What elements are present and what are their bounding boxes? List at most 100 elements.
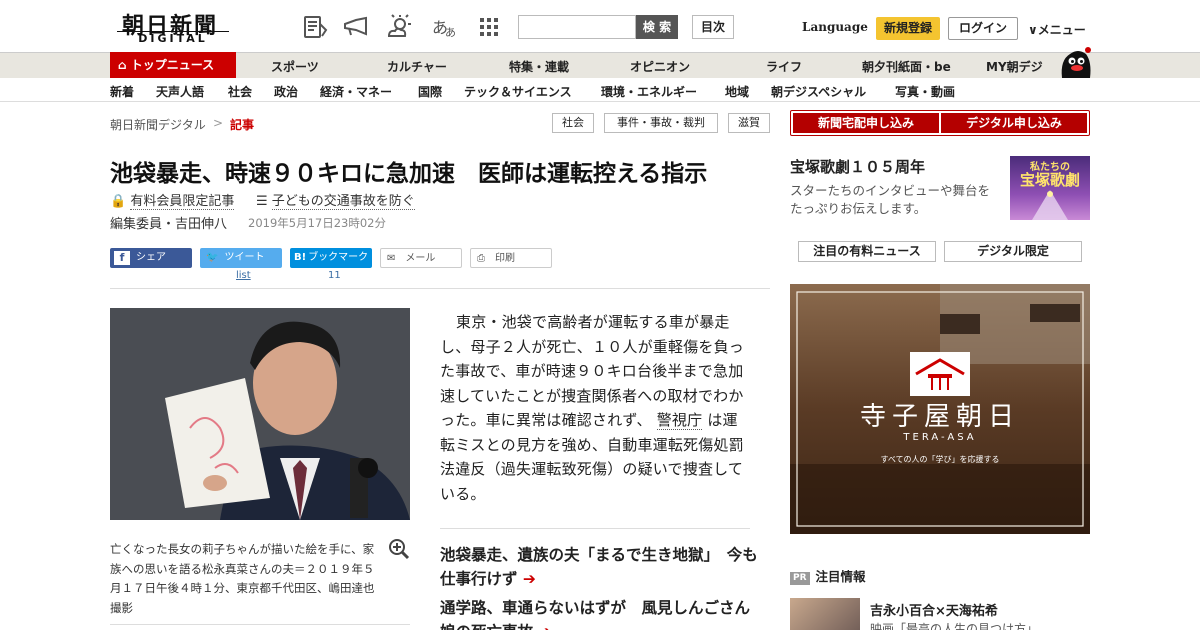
series-link[interactable]: ☰ 子どもの交通事故を防ぐ [256,190,415,210]
pr-title[interactable]: 吉永小百合×天海祐希 [870,600,998,619]
print-button[interactable]: ⎙ 印刷 [470,248,552,268]
breadcrumb-separator: > [213,116,224,130]
arrow-right-icon: ➔ [517,570,536,588]
nav-item-features[interactable]: 特集・連載 [509,58,569,75]
pr-subtitle: 映画「最高の人生の見つけ方」 [870,622,1039,630]
members-only-badge[interactable]: 🔒 有料会員限定記事 [110,190,235,210]
subnav-new[interactable]: 新着 [110,83,134,100]
article-date: 2019年5月17日23時02分 [248,216,386,230]
print-icon: ⎙ [477,253,485,264]
tag-society[interactable]: 社会 [552,113,594,133]
zoom-icon[interactable] [388,538,410,560]
digital-signup-button[interactable]: デジタル申し込み [941,113,1087,133]
tag-shiga[interactable]: 滋賀 [728,113,770,133]
nav-item-my[interactable]: MY朝デジ [986,58,1043,75]
search-input[interactable] [518,15,636,39]
pr-label: 注目情報 [815,569,866,584]
advertisement-terakoya[interactable]: 寺子屋朝日 TERA-ASA すべての人の「学び」を応援する [790,284,1090,534]
keyword-link-police[interactable]: 警視庁 [656,411,703,430]
takarazuka-image[interactable]: 私たちの 宝塚歌劇 [1010,156,1090,220]
pr-badge: PR [790,572,810,585]
photo-caption: 亡くなった長女の莉子ちゃんが描いた絵を手に、家族への思いを語る松永真菜さんの夫＝… [110,542,375,615]
facebook-icon: f [114,251,130,265]
article-headline: 池袋暴走、時速９０キロに急加速 医師は運転控える指示 [110,161,708,187]
language-link[interactable]: Language [802,20,868,34]
lock-icon: 🔒 [110,194,127,209]
menu-label: メニュー [1037,23,1086,37]
logo-subtitle[interactable]: DIGITAL [117,31,229,46]
divider [440,528,750,529]
page: 朝日新聞 DIGITAL あ あ 検 索 目次 Language 新規登録 ログ… [0,0,1200,630]
weather-icon[interactable] [386,14,412,40]
mail-icon: ✉ [387,253,396,264]
divider [110,288,770,289]
font-small-glyph: あ [445,26,456,39]
newspaper-delivery-button[interactable]: 新聞宅配申し込み [793,113,939,133]
divider [110,624,410,625]
subnav-economy[interactable]: 経済・マネー [320,83,392,100]
hatena-count[interactable]: 11 [328,270,341,281]
grid-icon[interactable] [476,14,502,40]
ad-subtitle: TERA-ASA [903,432,977,443]
subnav-society[interactable]: 社会 [228,83,252,100]
twitter-share-button[interactable]: 🐦 ツイート [200,248,282,268]
register-button[interactable]: 新規登録 [876,17,940,40]
facebook-share-label: シェア [136,252,166,263]
nav-item-sports[interactable]: スポーツ [271,58,319,75]
megaphone-icon[interactable] [342,14,368,40]
nav-top-label: トップニュース [130,58,215,72]
subnav-politics[interactable]: 政治 [274,83,298,100]
nav-item-life[interactable]: ライフ [766,58,802,75]
twitter-icon: 🐦 [206,252,219,263]
hatena-bookmark-button[interactable]: B! ブックマーク [290,248,372,268]
print-label: 印刷 [495,253,515,264]
site-header: 朝日新聞 DIGITAL あ あ 検 索 目次 Language 新規登録 ログ… [0,0,1200,52]
subnav-photo[interactable]: 写真・動画 [895,83,955,100]
subnav-tensei[interactable]: 天声人語 [156,83,204,100]
home-icon: ⌂ [118,58,131,72]
tag-incident[interactable]: 事件・事故・裁判 [604,113,718,133]
login-button[interactable]: ログイン [948,17,1018,40]
paper-icon[interactable] [302,14,328,40]
related-article-1[interactable]: 池袋暴走、遺族の夫「まるで生き地獄」 今も仕事行けず ➔ [440,543,760,591]
pr-section-header: PR 注目情報 [790,566,866,585]
tab-paid-news[interactable]: 注目の有料ニュース [798,241,936,262]
takarazuka-image-text-2: 宝塚歌劇 [1019,171,1080,189]
subnav-special[interactable]: 朝デジスペシャル [771,83,866,100]
article-photo[interactable] [110,308,410,520]
takarazuka-title[interactable]: 宝塚歌劇１０５周年 [790,156,925,177]
toc-button[interactable]: 目次 [692,15,734,39]
font-size-icon[interactable]: あ あ [430,14,456,40]
arrow-right-icon: ➔ [533,623,551,630]
subnav-environment[interactable]: 環境・エネルギー [601,83,697,100]
pr-thumbnail[interactable] [790,598,860,630]
breadcrumb-current: 記事 [230,118,255,132]
list-icon: ☰ [256,194,268,209]
article-author: 編集委員・吉田伸八 [110,217,228,232]
facebook-share-button[interactable]: f シェア [110,248,192,268]
nav-item-culture[interactable]: カルチャー [387,58,447,75]
subnav-tech[interactable]: テック＆サイエンス [464,83,572,100]
tab-digital-only[interactable]: デジタル限定 [944,241,1082,262]
related-title-2: 通学路、車通らないはずが 風見しんごさん娘の死亡事故 [440,599,751,630]
menu-button[interactable]: ∨メニュー [1028,21,1086,38]
related-title-1: 池袋暴走、遺族の夫「まるで生き地獄」 今も仕事行けず [440,546,758,588]
mail-button[interactable]: ✉ メール [380,248,462,268]
subnav-region[interactable]: 地域 [725,83,749,100]
breadcrumb-home[interactable]: 朝日新聞デジタル [110,116,206,133]
chevron-down-icon: ∨ [1028,23,1038,37]
search-button[interactable]: 検 索 [636,15,678,39]
ad-title: 寺子屋朝日 [859,402,1020,432]
ad-tagline: すべての人の「学び」を応援する [880,455,1000,464]
nav-item-opinion[interactable]: オピニオン [630,58,690,75]
twitter-count[interactable]: list [236,270,251,281]
nav-top-news[interactable]: ⌂ トップニュース [110,52,236,78]
subnav-world[interactable]: 国際 [418,83,442,100]
mascot-icon[interactable] [1058,44,1092,78]
hatena-label: ブックマーク [308,252,369,263]
related-article-2[interactable]: 通学路、車通らないはずが 風見しんごさん娘の死亡事故 ➔ [440,596,760,630]
members-only-label: 有料会員限定記事 [130,194,235,210]
nav-item-paper[interactable]: 朝夕刊紙面・be [862,58,951,75]
series-label: 子どもの交通事故を防ぐ [271,194,415,210]
article-body: 東京・池袋で高齢者が運転する車が暴走し、母子２人が死亡、１０人が重軽傷を負った事… [440,310,752,506]
